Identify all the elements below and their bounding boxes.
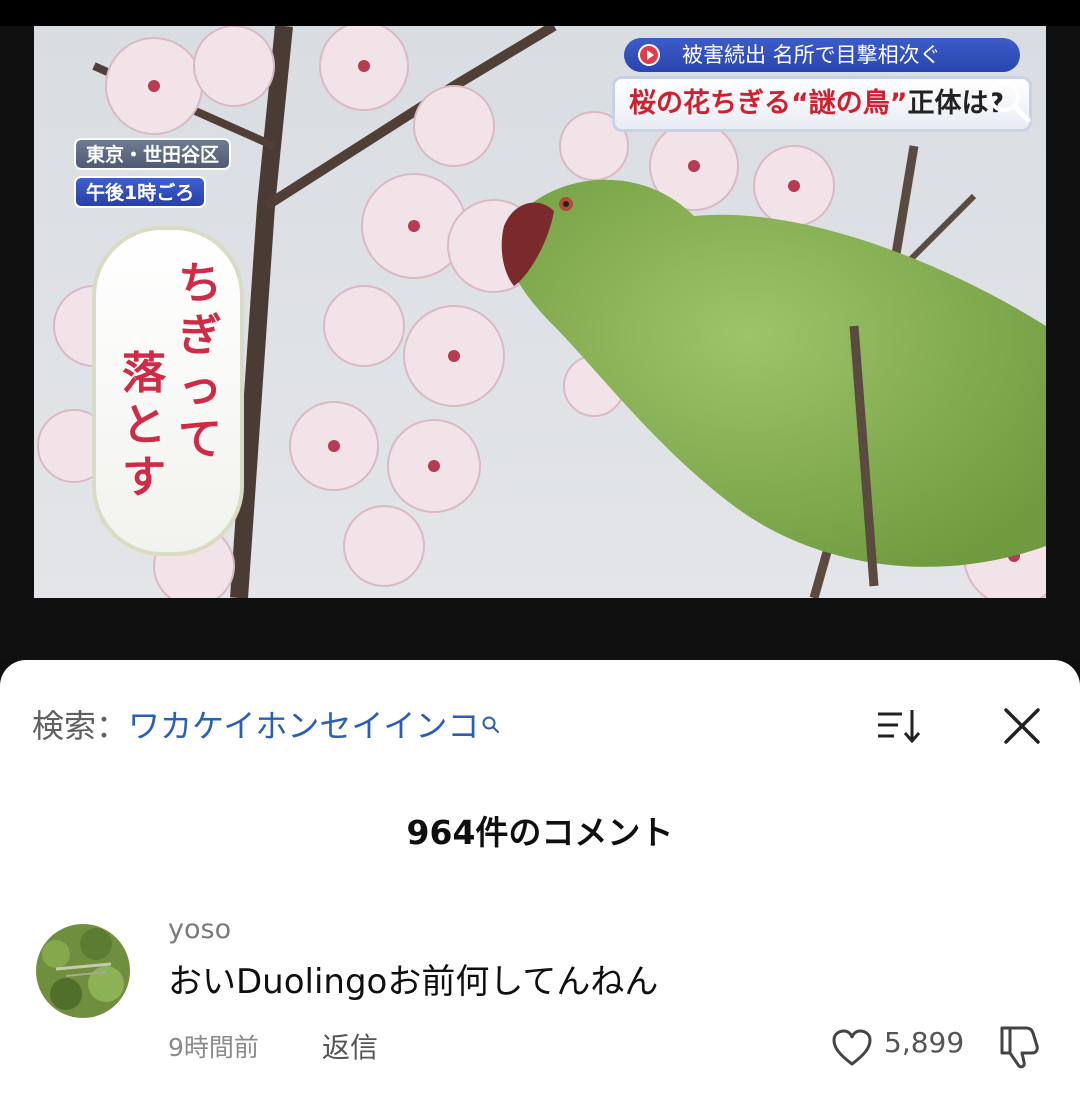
comment-item: yoso おいDuolingoお前何してんねん 9時間前 返信 5,899 xyxy=(0,914,1080,1074)
comment-timestamp: 9時間前 xyxy=(168,1033,259,1062)
play-record-icon xyxy=(638,44,660,66)
banner-subtitle: 被害続出 名所で目撃相次ぐ xyxy=(624,38,1020,72)
lens-search-icon[interactable] xyxy=(980,72,1040,132)
headline-part-1: 桜の花ちぎる xyxy=(629,88,791,119)
banner-subtitle-text: 被害続出 名所で目撃相次ぐ xyxy=(682,43,941,67)
search-suggestion-row[interactable]: 検索：ワカケイホンセイインコ xyxy=(32,704,501,748)
vertical-caption: ちぎって 落とす xyxy=(92,226,244,556)
avatar[interactable] xyxy=(36,924,130,1018)
video-player[interactable]: 被害続出 名所で目撃相次ぐ 桜の花ちぎる“謎の鳥”正体は? 東京・世田谷区 午後… xyxy=(0,26,1080,660)
comment-text: おいDuolingoお前何してんねん xyxy=(168,962,659,1002)
time-badge: 午後1時ごろ xyxy=(74,176,207,208)
close-icon[interactable] xyxy=(1000,704,1044,748)
comment-count-title: 964件のコメント xyxy=(406,813,674,852)
heart-icon[interactable] xyxy=(830,1028,874,1068)
comment-username[interactable]: yoso xyxy=(168,914,231,945)
location-badge: 東京・世田谷区 xyxy=(74,138,232,170)
search-label: 検索： xyxy=(32,707,129,745)
reply-button[interactable]: 返信 xyxy=(322,1026,378,1066)
video-frame[interactable]: 被害続出 名所で目撃相次ぐ 桜の花ちぎる“謎の鳥”正体は? 東京・世田谷区 午後… xyxy=(34,26,1046,598)
search-term-link[interactable]: ワカケイホンセイインコ xyxy=(128,707,479,745)
news-headline-banner: 被害続出 名所で目撃相次ぐ 桜の花ちぎる“謎の鳥”正体は? xyxy=(612,38,1032,132)
comments-sheet: 検索：ワカケイホンセイインコ 964件のコメント yoso おいDuolingo… xyxy=(0,660,1080,1116)
status-strip xyxy=(0,0,1080,26)
headline-part-3: 正体は xyxy=(907,88,989,119)
banner-headline: 桜の花ちぎる“謎の鳥”正体は? xyxy=(612,76,1032,132)
caption-column-2: 落とす xyxy=(122,348,166,503)
search-icon xyxy=(481,702,501,746)
sort-icon[interactable] xyxy=(876,706,924,746)
headline-part-2: “謎の鳥” xyxy=(791,88,908,119)
caption-column-1: ちぎって xyxy=(178,258,222,465)
dislike-icon[interactable] xyxy=(996,1024,1044,1070)
like-count: 5,899 xyxy=(884,1026,965,1059)
